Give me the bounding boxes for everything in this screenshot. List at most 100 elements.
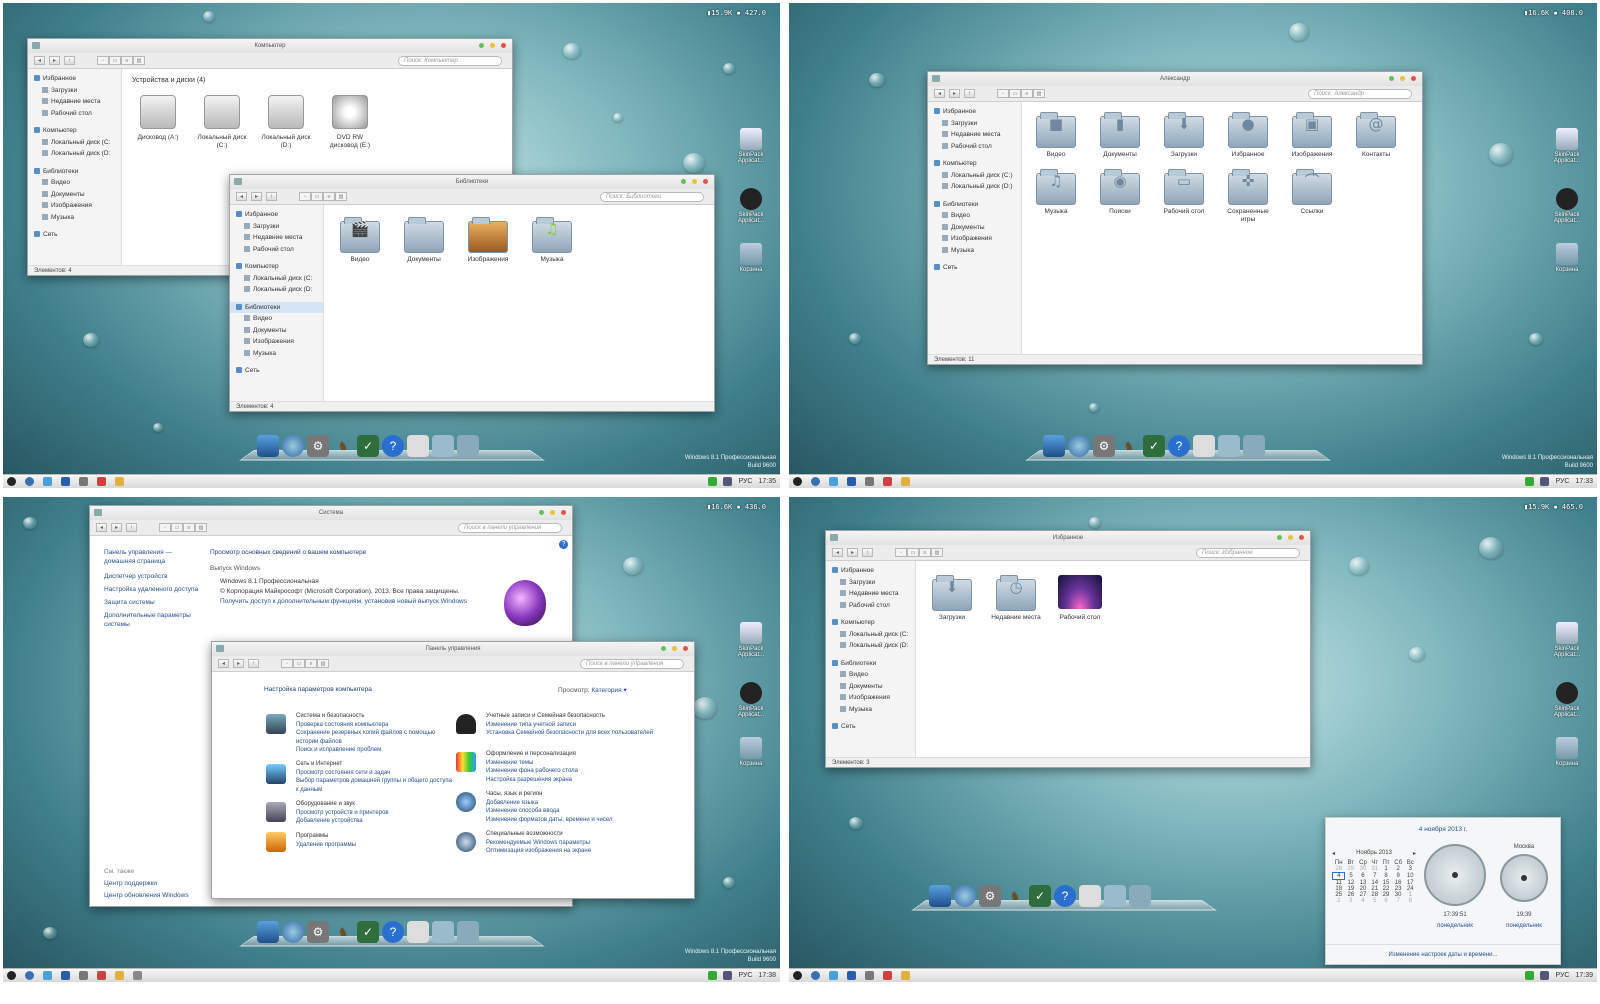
drive-item[interactable]: DVD RW дисковод (E:) [324, 91, 376, 150]
nav-item[interactable]: Недавние места [928, 129, 1021, 141]
dock-help-icon[interactable]: ? [382, 921, 404, 943]
library-item[interactable]: Документы [398, 213, 450, 264]
system-protection-link[interactable]: Защита системы [104, 598, 204, 607]
dock-trash-icon[interactable] [457, 921, 479, 943]
back-button[interactable]: ◂ [934, 89, 945, 98]
week-row[interactable]: 2345678 [1333, 898, 1417, 904]
dock-chess-icon[interactable]: ♞ [1118, 435, 1140, 457]
view-button[interactable]: ▥ [1033, 89, 1045, 98]
desktop-icon-skinpack[interactable]: SkinPack Applicat... [731, 128, 771, 164]
forward-button[interactable]: ▸ [233, 659, 244, 668]
app-icon[interactable] [79, 477, 88, 486]
nav-item[interactable]: Локальный диск (C: [230, 273, 323, 285]
folder-item[interactable]: ▮ Документы [1094, 108, 1146, 159]
minimize-button[interactable] [681, 179, 686, 184]
view-button[interactable]: ≡ [1021, 89, 1033, 98]
category-title[interactable]: Оборудование и звук [296, 800, 456, 809]
folder-item[interactable]: ♫ Музыка [1030, 165, 1082, 224]
prev-month-button[interactable]: ◂ [1332, 850, 1335, 857]
nav-item[interactable]: Компьютер [28, 125, 121, 137]
desktop-icon-recycle-bin[interactable]: Корзина [1547, 737, 1587, 767]
dock-monitor-icon[interactable] [929, 885, 951, 907]
category-link[interactable]: Просмотр состояния сети и задач [296, 769, 456, 778]
folder-item[interactable]: ✜ Сохраненные игры [1222, 165, 1274, 224]
view-button[interactable]: ▫ [97, 56, 109, 65]
category-link[interactable]: Рекомендуемые Windows параметры [486, 839, 666, 848]
desktop-icon-skinpack[interactable]: SkinPack Applicat... [1547, 622, 1587, 658]
nav-item[interactable]: Библиотеки [928, 199, 1021, 211]
view-button[interactable]: ≡ [305, 659, 317, 668]
favorite-item[interactable]: Рабочий стол [1054, 571, 1106, 622]
minimize-button[interactable] [661, 646, 666, 651]
nav-item[interactable]: Изображения [28, 200, 121, 212]
category-title[interactable]: Учетные записи и Семейная безопасность [486, 712, 666, 721]
network-icon[interactable] [723, 477, 733, 486]
desktop-icon-skinpack-2[interactable]: SkinPack Applicat... [731, 188, 771, 224]
category-link[interactable]: Настройка разрешения экрана [486, 776, 666, 785]
dock-monitor-icon[interactable] [257, 435, 279, 457]
library-item[interactable]: 🎬 Видео [334, 213, 386, 264]
up-button[interactable]: ↑ [266, 192, 277, 201]
nav-item[interactable]: Изображения [230, 336, 323, 348]
nav-item[interactable]: Библиотеки [826, 658, 915, 670]
help-icon[interactable]: ? [559, 540, 568, 549]
flag-icon[interactable] [1525, 971, 1535, 980]
back-button[interactable]: ◂ [96, 523, 107, 532]
dock-trash-icon[interactable] [1129, 885, 1151, 907]
up-button[interactable]: ↑ [862, 548, 873, 557]
maximize-button[interactable] [692, 179, 697, 184]
search-input[interactable]: Поиск в панели управления [458, 523, 562, 533]
media-icon[interactable] [847, 971, 856, 980]
nav-item[interactable]: Рабочий стол [928, 141, 1021, 153]
view-button[interactable]: ▭ [293, 659, 305, 668]
apple-start-icon[interactable] [793, 971, 802, 980]
dock-check-icon[interactable]: ✓ [1143, 435, 1165, 457]
apple-start-icon[interactable] [7, 477, 16, 486]
dock-trash-icon[interactable] [1243, 435, 1265, 457]
nav-item[interactable]: Избранное [826, 565, 915, 577]
clock[interactable]: 17:38 [758, 972, 776, 979]
nav-item[interactable]: Видео [826, 669, 915, 681]
maximize-button[interactable] [490, 43, 495, 48]
windows-update-link[interactable]: Центр обновления Windows [104, 890, 189, 902]
ie-icon[interactable] [43, 971, 52, 980]
nav-item[interactable]: Рабочий стол [28, 108, 121, 120]
dock-folder-icon[interactable] [1218, 435, 1240, 457]
back-button[interactable]: ◂ [218, 659, 229, 668]
ie-icon[interactable] [829, 971, 838, 980]
minimize-button[interactable] [1389, 76, 1394, 81]
search-input[interactable]: Поиск: Компьютер [398, 56, 502, 66]
nav-item[interactable]: Рабочий стол [230, 244, 323, 256]
view-button[interactable]: ▭ [311, 192, 323, 201]
category-link[interactable]: Оптимизация изображения на экране [486, 847, 666, 856]
flag-icon[interactable] [708, 477, 718, 486]
desktop-icon-skinpack-2[interactable]: SkinPack Applicat... [1547, 682, 1587, 718]
nav-item[interactable]: Сеть [826, 721, 915, 733]
category-title[interactable]: Специальные возможности [486, 830, 666, 839]
dock-drive-icon[interactable] [1079, 885, 1101, 907]
desktop-icon-skinpack-2[interactable]: SkinPack Applicat... [731, 682, 771, 718]
dock-monitor-icon[interactable] [257, 921, 279, 943]
up-button[interactable]: ↑ [64, 56, 75, 65]
search-icon[interactable] [811, 477, 820, 486]
view-button[interactable]: ▫ [895, 548, 907, 557]
folder-item[interactable]: ⬇ Загрузки [1158, 108, 1210, 159]
close-button[interactable] [703, 179, 708, 184]
view-button[interactable]: ≡ [919, 548, 931, 557]
close-button[interactable] [683, 646, 688, 651]
apple-start-icon[interactable] [7, 971, 16, 980]
dock-drive-icon[interactable] [407, 435, 429, 457]
store-icon[interactable] [883, 971, 892, 980]
desktop-icon-recycle-bin[interactable]: Корзина [1547, 243, 1587, 273]
nav-item[interactable]: Избранное [28, 73, 121, 85]
favorites-window[interactable]: Избранное ◂ ▸ ↑ ▫ ▭ ≡ ▥ Поиск: Избранное Избр… [825, 530, 1311, 768]
dock-check-icon[interactable]: ✓ [357, 435, 379, 457]
nav-item[interactable]: Сеть [28, 229, 121, 241]
control-panel-icon[interactable] [133, 971, 142, 980]
dock-globe-icon[interactable] [1068, 435, 1090, 457]
dock-monitor-icon[interactable] [1043, 435, 1065, 457]
back-button[interactable]: ◂ [34, 56, 45, 65]
desktop-icon-skinpack[interactable]: SkinPack Applicat... [731, 622, 771, 658]
category-link[interactable]: Добавление языка [486, 799, 666, 808]
close-button[interactable] [501, 43, 506, 48]
